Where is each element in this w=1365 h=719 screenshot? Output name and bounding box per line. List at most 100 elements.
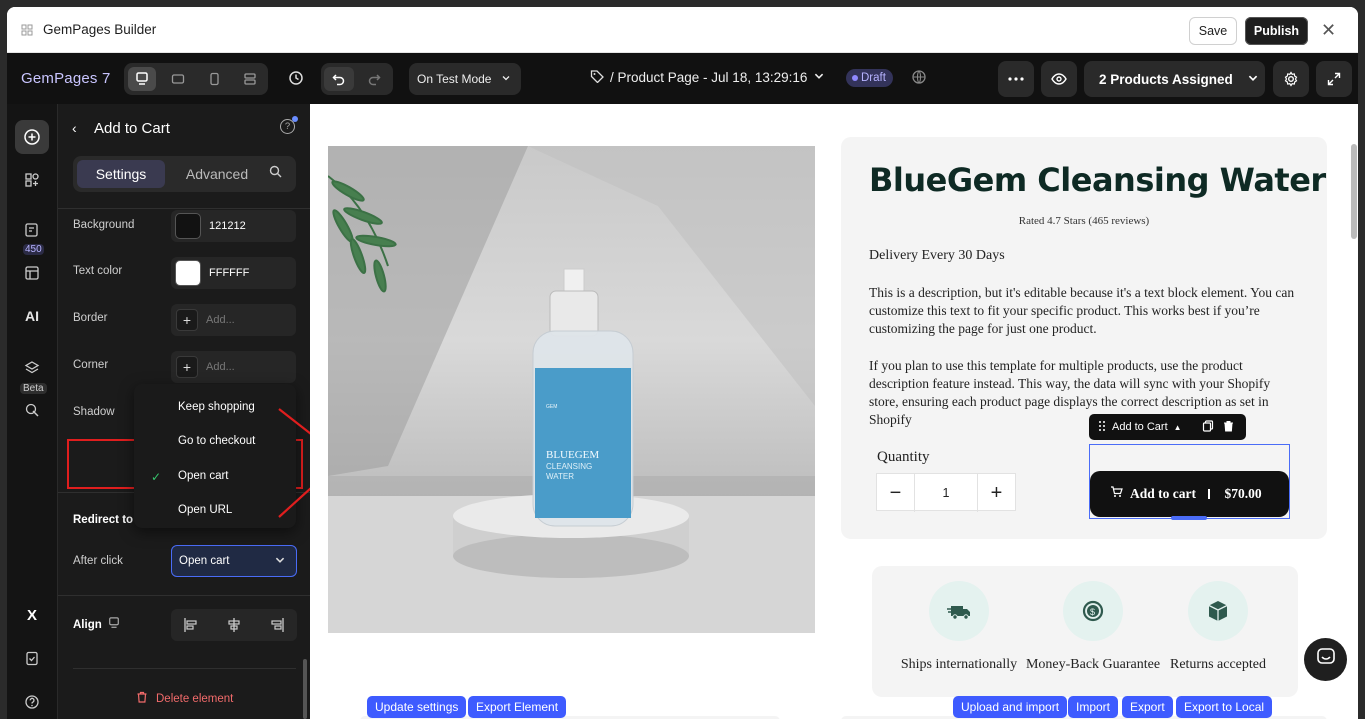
align-left-icon[interactable] — [183, 617, 199, 633]
option-open-cart[interactable]: Open cart — [178, 470, 229, 482]
help-icon[interactable]: ? — [280, 116, 298, 134]
drag-handle-icon[interactable] — [1098, 420, 1106, 435]
back-chevron-icon[interactable]: ‹ — [72, 120, 77, 136]
fullscreen-expand-icon[interactable] — [1316, 61, 1352, 97]
corner-field[interactable]: + Add... — [171, 351, 296, 383]
chevron-down-icon — [1247, 72, 1259, 87]
element-toolbar-label[interactable]: Add to Cart — [1112, 421, 1168, 433]
window-title: GemPages Builder — [43, 22, 157, 37]
settings-gear-icon[interactable] — [1273, 61, 1309, 97]
search-icon[interactable] — [269, 165, 282, 183]
background-color-field[interactable]: 121212 — [171, 210, 296, 242]
tag-icon — [590, 69, 604, 86]
background-label: Background — [73, 219, 135, 231]
responsive-device-icon[interactable] — [236, 67, 264, 91]
quantity-value[interactable]: 1 — [915, 474, 977, 512]
help-icon[interactable] — [21, 691, 43, 713]
upload-and-import-button[interactable]: Upload and import — [953, 696, 1068, 718]
chat-icon — [1316, 647, 1336, 672]
mobile-device-icon[interactable] — [200, 67, 228, 91]
product-title[interactable]: BlueGem Cleansing Water — [869, 161, 1326, 199]
globe-icon[interactable] — [911, 69, 927, 90]
border-field[interactable]: + Add... — [171, 304, 296, 336]
quantity-label: Quantity — [877, 449, 930, 465]
test-mode-dropdown[interactable]: On Test Mode — [409, 63, 521, 95]
redo-icon[interactable] — [359, 67, 389, 91]
delete-label: Delete element — [156, 692, 234, 705]
background-swatch[interactable] — [175, 213, 201, 239]
tablet-landscape-icon[interactable] — [164, 67, 192, 91]
minus-icon[interactable]: − — [877, 474, 915, 512]
chevron-down-icon — [501, 72, 511, 86]
svg-text:$: $ — [1090, 607, 1095, 617]
save-button[interactable]: Save — [1189, 17, 1237, 45]
option-keep-shopping[interactable]: Keep shopping — [178, 401, 255, 413]
product-rating: Rated 4.7 Stars (465 reviews) — [1018, 215, 1150, 227]
delete-element-button[interactable]: Delete element — [136, 691, 233, 706]
product-image[interactable]: GEM BLUEGEM CLEANSING WATER — [328, 146, 815, 633]
delivery-text: Delivery Every 30 Days — [869, 248, 1005, 263]
preview-eye-icon[interactable] — [1041, 61, 1077, 97]
x-apps-icon[interactable]: X — [21, 604, 43, 626]
close-icon[interactable]: ✕ — [1321, 20, 1336, 41]
bottle-brand-text: BLUEGEM — [546, 449, 599, 461]
page-selector[interactable]: / Product Page - Jul 18, 13:29:16 — [590, 69, 825, 86]
interaction-icon[interactable] — [21, 399, 43, 421]
add-element-icon[interactable] — [15, 120, 49, 154]
canvas-scrollbar[interactable] — [1351, 144, 1357, 239]
plus-icon[interactable]: + — [176, 356, 198, 378]
divider — [73, 668, 296, 669]
feature-label: Returns accepted — [1169, 657, 1266, 672]
sections-icon[interactable] — [21, 169, 43, 191]
tab-settings[interactable]: Settings — [77, 160, 165, 188]
features-card: Ships internationally $ Money-Back Guara… — [872, 566, 1298, 697]
bottle-subtitle-line2: WATER — [546, 472, 574, 481]
corner-placeholder: Add... — [206, 361, 235, 373]
after-click-select[interactable]: Open cart — [171, 545, 297, 577]
title-bar: GemPages Builder Save Publish ✕ — [7, 7, 1358, 53]
caret-up-icon[interactable]: ▲ — [1174, 423, 1182, 432]
history-clock-icon[interactable] — [288, 70, 304, 91]
export-to-local-button[interactable]: Export to Local — [1176, 696, 1273, 718]
cart-icon — [1110, 486, 1123, 502]
trash-icon[interactable] — [1223, 420, 1234, 435]
products-assigned-dropdown[interactable]: 2 Products Assigned — [1084, 61, 1265, 97]
align-center-icon[interactable] — [226, 617, 242, 633]
duplicate-icon[interactable] — [1202, 419, 1214, 435]
plus-icon[interactable]: + — [977, 474, 1015, 512]
ai-assistant-icon[interactable]: AI — [21, 305, 43, 327]
bottle-logo-text: GEM — [546, 404, 557, 410]
publish-button[interactable]: Publish — [1245, 17, 1308, 45]
undo-redo-group — [321, 63, 393, 95]
templates-icon[interactable] — [21, 262, 43, 284]
device-switcher — [124, 63, 268, 95]
resize-handle[interactable] — [1171, 516, 1207, 520]
plus-icon[interactable]: + — [176, 309, 198, 331]
add-to-cart-button[interactable]: Add to cart $70.00 — [1090, 471, 1289, 517]
panel-scrollbar[interactable] — [303, 659, 307, 719]
desktop-device-icon[interactable] — [128, 67, 156, 91]
product-description-1[interactable]: This is a description, but it's editable… — [869, 284, 1301, 338]
border-placeholder: Add... — [206, 314, 235, 326]
align-buttons — [171, 609, 297, 641]
shadow-label: Shadow — [73, 406, 115, 418]
layers-icon[interactable] — [21, 357, 43, 379]
more-options-icon[interactable] — [998, 61, 1034, 97]
chevron-down-icon — [274, 554, 286, 569]
page-library-icon[interactable] — [21, 219, 43, 241]
undo-icon[interactable] — [324, 67, 354, 91]
text-color-swatch[interactable] — [175, 260, 201, 286]
tab-advanced[interactable]: Advanced — [173, 160, 261, 188]
option-go-to-checkout[interactable]: Go to checkout — [178, 435, 255, 447]
import-button[interactable]: Import — [1068, 696, 1119, 718]
update-settings-button[interactable]: Update settings — [367, 696, 467, 718]
chat-support-button[interactable] — [1304, 638, 1347, 681]
export-button[interactable]: Export — [1122, 696, 1173, 718]
corner-label: Corner — [73, 359, 109, 371]
export-element-button[interactable]: Export Element — [468, 696, 567, 718]
clipboard-check-icon[interactable] — [21, 647, 43, 669]
text-color-field[interactable]: FFFFFF — [171, 257, 296, 289]
option-open-url[interactable]: Open URL — [178, 504, 232, 516]
chevron-down-icon — [813, 70, 825, 85]
align-right-icon[interactable] — [269, 617, 285, 633]
